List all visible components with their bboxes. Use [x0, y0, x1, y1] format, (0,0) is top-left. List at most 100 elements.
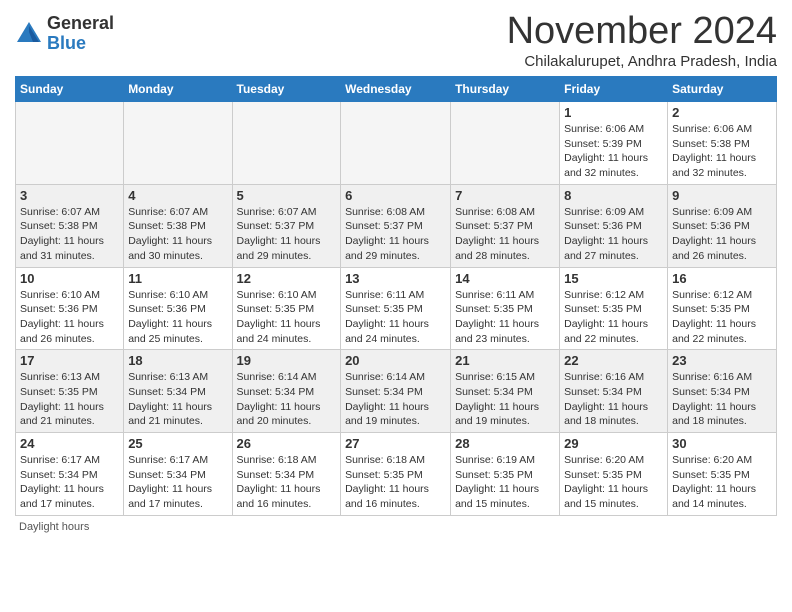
day-number: 8	[564, 188, 663, 203]
day-number: 26	[237, 436, 337, 451]
day-number: 14	[455, 271, 555, 286]
day-info: Sunrise: 6:14 AM Sunset: 5:34 PM Dayligh…	[237, 370, 337, 429]
day-number: 16	[672, 271, 772, 286]
logo-icon	[15, 20, 43, 48]
day-info: Sunrise: 6:09 AM Sunset: 5:36 PM Dayligh…	[564, 205, 663, 264]
calendar-day-cell: 17Sunrise: 6:13 AM Sunset: 5:35 PM Dayli…	[16, 350, 124, 433]
month-title: November 2024	[507, 10, 777, 53]
calendar-day-cell: 26 Sunrise: 6:18 AM Sunset: 5:34 PM Dayli…	[232, 433, 341, 516]
day-info: Sunrise: 6:09 AM Sunset: 5:36 PM Dayligh…	[672, 205, 772, 264]
calendar-week-row: 10 Sunrise: 6:10 AM Sunset: 5:36 PM Dayli…	[16, 267, 777, 350]
day-number: 5	[237, 188, 337, 203]
day-number: 28	[455, 436, 555, 451]
day-number: 6	[345, 188, 446, 203]
calendar-weekday: Wednesday	[341, 77, 451, 102]
day-number: 9	[672, 188, 772, 203]
day-number: 17	[20, 353, 119, 368]
calendar-day-cell: 21Sunrise: 6:15 AM Sunset: 5:34 PM Dayli…	[451, 350, 560, 433]
day-info: Sunrise: 6:12 AM Sunset: 5:35 PM Dayligh…	[564, 288, 663, 347]
day-info: Sunrise: 6:20 AM Sunset: 5:35 PM Dayligh…	[672, 453, 772, 512]
day-info: Sunrise: 6:07 AM Sunset: 5:38 PM Dayligh…	[20, 205, 119, 264]
calendar-day-cell: 16 Sunrise: 6:12 AM Sunset: 5:35 PM Dayli…	[668, 267, 777, 350]
day-number: 15	[564, 271, 663, 286]
day-number: 23	[672, 353, 772, 368]
calendar-day-cell: 8 Sunrise: 6:09 AM Sunset: 5:36 PM Daylig…	[560, 184, 668, 267]
calendar-weekday: Sunday	[16, 77, 124, 102]
day-info: Sunrise: 6:07 AM Sunset: 5:38 PM Dayligh…	[128, 205, 227, 264]
day-info: Sunrise: 6:20 AM Sunset: 5:35 PM Dayligh…	[564, 453, 663, 512]
footer-note: Daylight hours	[15, 521, 777, 533]
day-info: Sunrise: 6:14 AM Sunset: 5:34 PM Dayligh…	[345, 370, 446, 429]
day-info: Sunrise: 6:13 AM Sunset: 5:34 PM Dayligh…	[128, 370, 227, 429]
day-info: Sunrise: 6:16 AM Sunset: 5:34 PM Dayligh…	[564, 370, 663, 429]
calendar-day-cell: 12Sunrise: 6:10 AM Sunset: 5:35 PM Dayli…	[232, 267, 341, 350]
day-number: 13	[345, 271, 446, 286]
logo-blue: Blue	[47, 34, 114, 54]
day-number: 30	[672, 436, 772, 451]
calendar-day-cell: 9 Sunrise: 6:09 AM Sunset: 5:36 PM Daylig…	[668, 184, 777, 267]
calendar-day-cell: 15 Sunrise: 6:12 AM Sunset: 5:35 PM Dayli…	[560, 267, 668, 350]
calendar-day-cell: 6 Sunrise: 6:08 AM Sunset: 5:37 PM Daylig…	[341, 184, 451, 267]
calendar-day-cell: 11Sunrise: 6:10 AM Sunset: 5:36 PM Dayli…	[124, 267, 232, 350]
calendar-week-row: 1 Sunrise: 6:06 AM Sunset: 5:39 PM Daylig…	[16, 102, 777, 185]
day-number: 2	[672, 105, 772, 120]
day-info: Sunrise: 6:18 AM Sunset: 5:35 PM Dayligh…	[345, 453, 446, 512]
calendar-day-cell: 25 Sunrise: 6:17 AM Sunset: 5:34 PM Dayli…	[124, 433, 232, 516]
day-number: 18	[128, 353, 227, 368]
calendar-weekday: Thursday	[451, 77, 560, 102]
day-info: Sunrise: 6:08 AM Sunset: 5:37 PM Dayligh…	[345, 205, 446, 264]
calendar-day-cell: 1 Sunrise: 6:06 AM Sunset: 5:39 PM Daylig…	[560, 102, 668, 185]
calendar-day-cell: 24Sunrise: 6:17 AM Sunset: 5:34 PM Dayli…	[16, 433, 124, 516]
calendar-day-cell: 20 Sunrise: 6:14 AM Sunset: 5:34 PM Dayli…	[341, 350, 451, 433]
calendar-week-row: 17Sunrise: 6:13 AM Sunset: 5:35 PM Dayli…	[16, 350, 777, 433]
day-info: Sunrise: 6:11 AM Sunset: 5:35 PM Dayligh…	[345, 288, 446, 347]
calendar-table: SundayMondayTuesdayWednesdayThursdayFrid…	[15, 76, 777, 516]
calendar-week-row: 3 Sunrise: 6:07 AM Sunset: 5:38 PM Daylig…	[16, 184, 777, 267]
day-number: 20	[345, 353, 446, 368]
day-info: Sunrise: 6:12 AM Sunset: 5:35 PM Dayligh…	[672, 288, 772, 347]
calendar-day-cell: 28 Sunrise: 6:19 AM Sunset: 5:35 PM Dayli…	[451, 433, 560, 516]
day-number: 27	[345, 436, 446, 451]
calendar-day-cell: 19 Sunrise: 6:14 AM Sunset: 5:34 PM Dayli…	[232, 350, 341, 433]
day-info: Sunrise: 6:06 AM Sunset: 5:38 PM Dayligh…	[672, 122, 772, 181]
day-number: 25	[128, 436, 227, 451]
day-number: 21	[455, 353, 555, 368]
calendar-day-cell: 23 Sunrise: 6:16 AM Sunset: 5:34 PM Dayli…	[668, 350, 777, 433]
title-area: November 2024 Chilakalurupet, Andhra Pra…	[507, 10, 777, 70]
day-info: Sunrise: 6:10 AM Sunset: 5:35 PM Dayligh…	[237, 288, 337, 347]
day-info: Sunrise: 6:10 AM Sunset: 5:36 PM Dayligh…	[20, 288, 119, 347]
calendar-day-cell: 14Sunrise: 6:11 AM Sunset: 5:35 PM Dayli…	[451, 267, 560, 350]
day-info: Sunrise: 6:16 AM Sunset: 5:34 PM Dayligh…	[672, 370, 772, 429]
logo-text: General Blue	[47, 14, 114, 54]
day-info: Sunrise: 6:07 AM Sunset: 5:37 PM Dayligh…	[237, 205, 337, 264]
day-number: 4	[128, 188, 227, 203]
calendar-day-cell: 4 Sunrise: 6:07 AM Sunset: 5:38 PM Daylig…	[124, 184, 232, 267]
day-number: 29	[564, 436, 663, 451]
calendar-week-row: 24 Sunrise: 6:17 AM Sunset: 5:34 PM Dayli…	[16, 433, 777, 516]
calendar-day-cell	[16, 102, 124, 185]
day-number: 24	[20, 436, 119, 451]
calendar-day-cell: 2 Sunrise: 6:06 AM Sunset: 5:38 PM Daylig…	[668, 102, 777, 185]
calendar-weekday: Friday	[560, 77, 668, 102]
calendar-day-cell: 29 Sunrise: 6:20 AM Sunset: 5:35 PM Dayli…	[560, 433, 668, 516]
calendar-day-cell: 10 Sunrise: 6:10 AM Sunset: 5:36 PM Dayli…	[16, 267, 124, 350]
day-info: Sunrise: 6:17 AM Sunset: 5:34 PM Dayligh…	[128, 453, 227, 512]
day-info: Sunrise: 6:08 AM Sunset: 5:37 PM Dayligh…	[455, 205, 555, 264]
day-info: Sunrise: 6:19 AM Sunset: 5:35 PM Dayligh…	[455, 453, 555, 512]
calendar-weekday: Monday	[124, 77, 232, 102]
day-number: 11	[128, 271, 227, 286]
day-number: 19	[237, 353, 337, 368]
calendar-day-cell: 7 Sunrise: 6:08 AM Sunset: 5:37 PM Daylig…	[451, 184, 560, 267]
location: Chilakalurupet, Andhra Pradesh, India	[507, 53, 777, 70]
day-info: Sunrise: 6:06 AM Sunset: 5:39 PM Dayligh…	[564, 122, 663, 181]
logo-general: General	[47, 14, 114, 34]
day-number: 10	[20, 271, 119, 286]
calendar-weekday: Tuesday	[232, 77, 341, 102]
day-number: 3	[20, 188, 119, 203]
day-info: Sunrise: 6:18 AM Sunset: 5:34 PM Dayligh…	[237, 453, 337, 512]
day-number: 1	[564, 105, 663, 120]
calendar-day-cell: 18 Sunrise: 6:13 AM Sunset: 5:34 PM Dayli…	[124, 350, 232, 433]
day-number: 7	[455, 188, 555, 203]
page-header: General Blue November 2024 Chilakalurupe…	[15, 10, 777, 70]
calendar-weekday: Saturday	[668, 77, 777, 102]
